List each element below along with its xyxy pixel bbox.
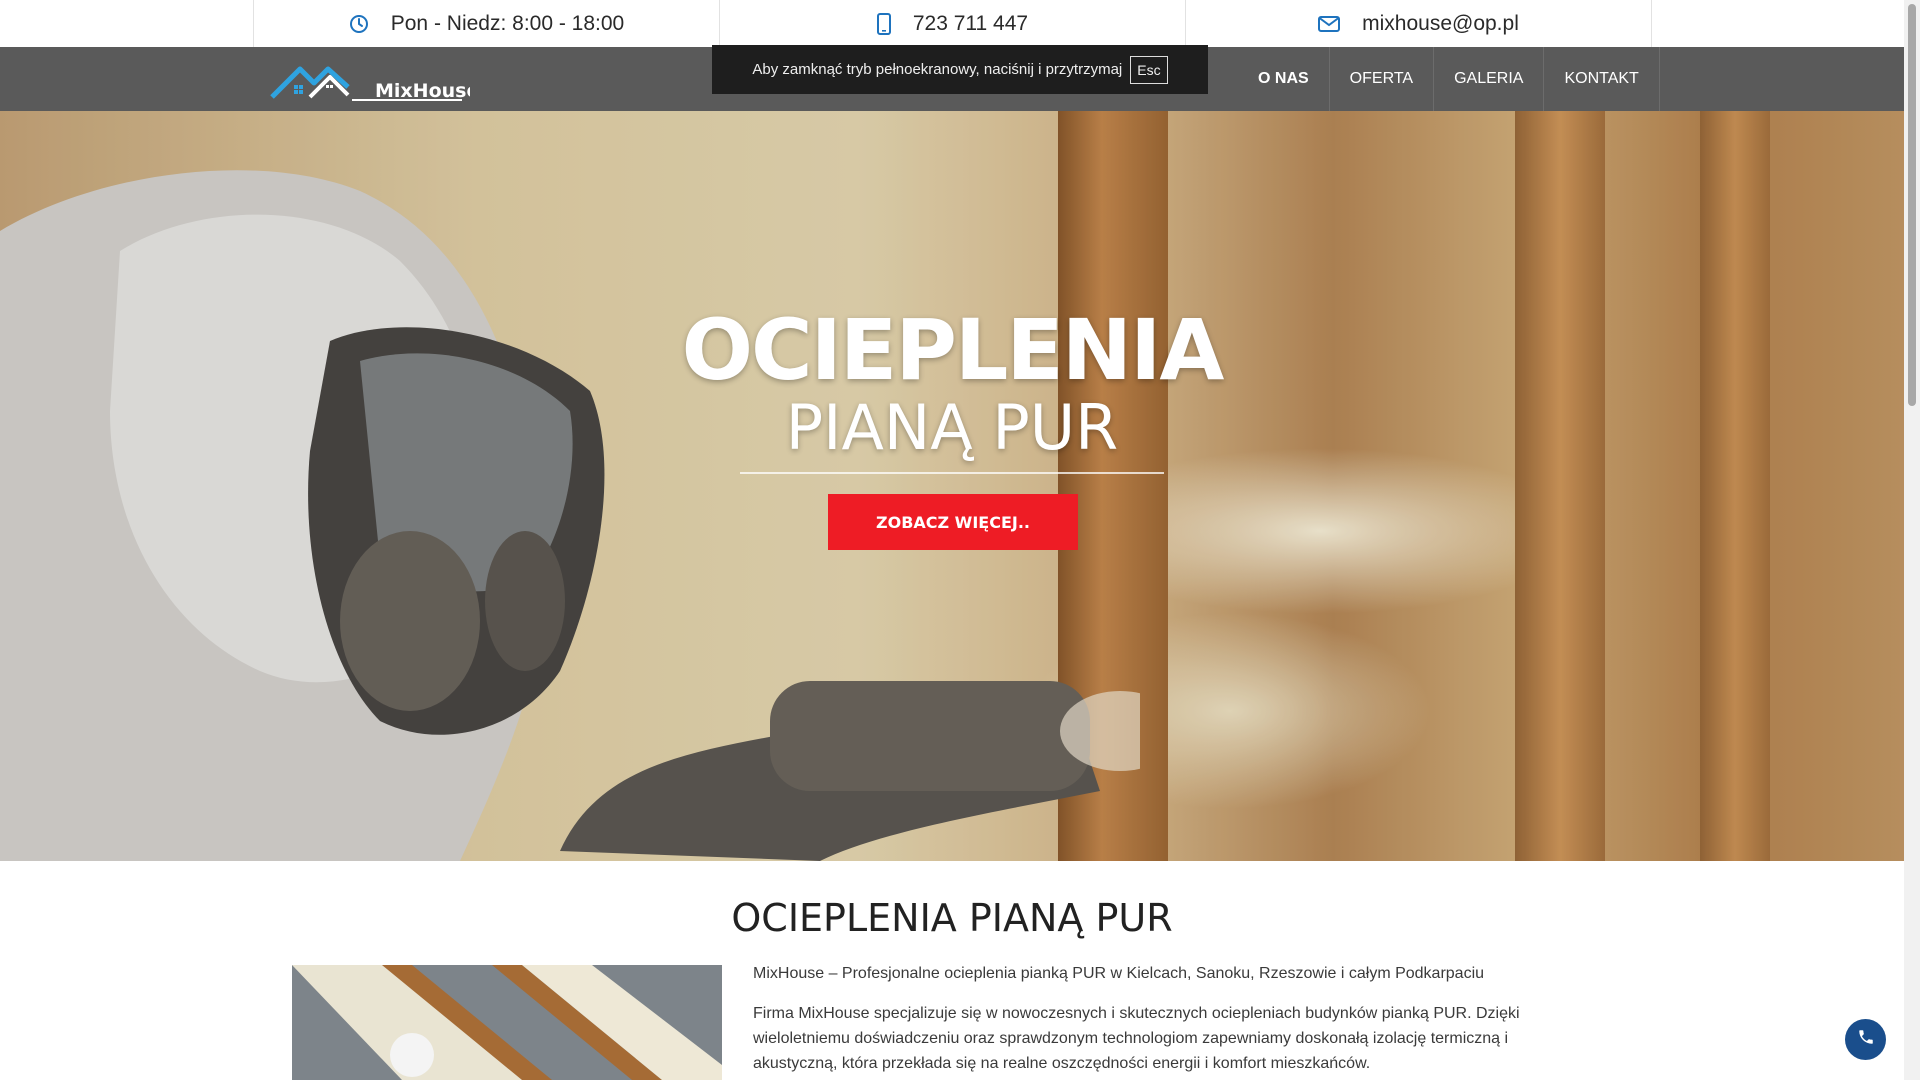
esc-key-badge: Esc — [1130, 55, 1168, 84]
nav-item-o-nas[interactable]: O NAS — [1238, 47, 1330, 111]
fullscreen-exit-notice: Aby zamknąć tryb pełnoekranowy, naciśnij… — [712, 45, 1208, 94]
hero-banner: OCIEPLENIA PIANĄ PUR ZOBACZ WIĘCEJ.. — [0, 111, 1904, 861]
hero-subtitle: PIANĄ PUR — [785, 391, 1119, 464]
envelope-icon — [1318, 15, 1341, 32]
section-title: OCIEPLENIA PIANĄ PUR — [731, 896, 1173, 940]
email-contact[interactable]: mixhouse@op.pl — [1186, 0, 1651, 47]
opening-hours-text: Pon - Niedz: 8:00 - 18:00 — [390, 11, 625, 35]
nav-item-kontakt[interactable]: KONTAKT — [1544, 47, 1660, 111]
about-text: MixHouse – Profesjonalne ocieplenia pian… — [753, 961, 1563, 1091]
insulation-photo — [292, 965, 722, 1080]
main-nav: O NAS OFERTA GALERIA KONTAKT — [1238, 47, 1660, 111]
nav-item-oferta[interactable]: OFERTA — [1330, 47, 1435, 111]
fullscreen-notice-text: Aby zamknąć tryb pełnoekranowy, naciśnij… — [752, 61, 1123, 78]
mobile-phone-icon — [876, 12, 891, 35]
email-address[interactable]: mixhouse@op.pl — [1362, 12, 1519, 36]
top-info-bar: Pon - Niedz: 8:00 - 18:00 723 711 447 mi… — [0, 0, 1904, 47]
about-description: Firma MixHouse specjalizuje się w nowocz… — [753, 1005, 1520, 1072]
phone-icon — [1857, 1028, 1875, 1051]
see-more-button[interactable]: ZOBACZ WIĘCEJ.. — [828, 494, 1078, 550]
page-scrollbar[interactable] — [1904, 0, 1920, 1080]
about-intro: MixHouse – Profesjonalne ocieplenia pian… — [753, 965, 1485, 982]
logo-wordmark: MixHouse — [375, 80, 470, 102]
hero-overlay — [0, 111, 1904, 861]
scrollbar-thumb[interactable] — [1908, 4, 1916, 406]
opening-hours: Pon - Niedz: 8:00 - 18:00 — [254, 0, 719, 47]
hero-title: OCIEPLENIA — [681, 301, 1225, 399]
phone-contact[interactable]: 723 711 447 — [720, 0, 1185, 47]
clock-icon — [349, 14, 369, 34]
divider — [1651, 0, 1652, 47]
phone-number[interactable]: 723 711 447 — [913, 12, 1028, 36]
hero-divider — [740, 472, 1164, 474]
call-button[interactable] — [1845, 1019, 1886, 1060]
mixhouse-logo[interactable]: MixHouse — [270, 57, 479, 103]
nav-item-galeria[interactable]: GALERIA — [1434, 47, 1545, 111]
